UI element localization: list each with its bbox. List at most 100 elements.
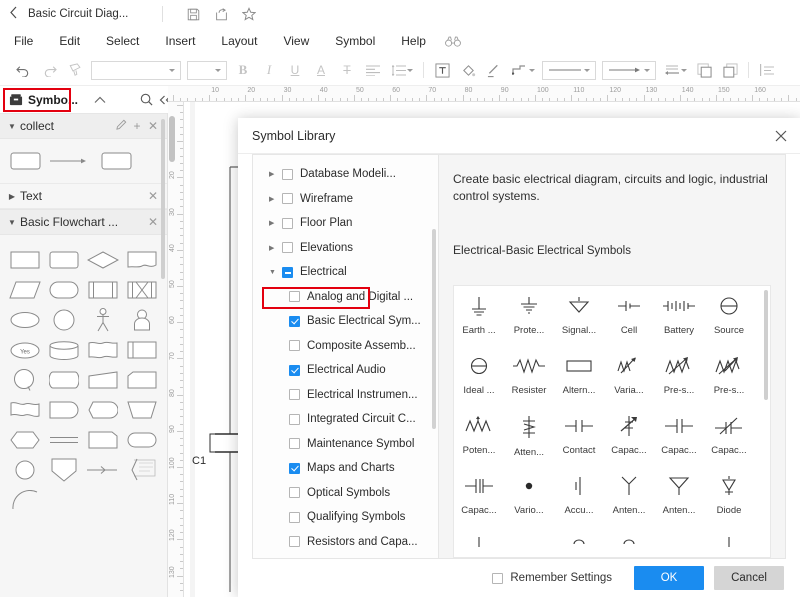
shape-rounded-process[interactable] (45, 245, 84, 275)
underline-button[interactable]: U (282, 58, 308, 82)
tree-item-basic-electrical-symbols[interactable]: Basic Electrical Sym... (253, 309, 438, 334)
symbol-capacitor-variable[interactable]: Capac... (604, 406, 654, 466)
shape-merge-lines[interactable] (45, 425, 84, 455)
tree-item-electrical-audio[interactable]: Electrical Audio (253, 358, 438, 383)
ok-button[interactable]: OK (634, 566, 704, 590)
shape-display[interactable] (84, 395, 123, 425)
symbol-earth-ground[interactable]: Earth ... (454, 286, 504, 346)
shape-manual-operation[interactable] (122, 395, 161, 425)
symbol-partial-5[interactable] (654, 526, 704, 557)
cancel-button[interactable]: Cancel (714, 566, 784, 590)
checkbox[interactable] (289, 413, 300, 425)
tree-item-optical-symbols[interactable]: Optical Symbols (253, 481, 438, 506)
close-icon[interactable] (762, 118, 800, 154)
arrow-direction-icon[interactable] (659, 58, 691, 82)
shape-circle[interactable] (45, 305, 84, 335)
symbol-battery[interactable]: Battery (654, 286, 704, 346)
redo-icon[interactable] (36, 58, 62, 82)
symbol-variometer[interactable]: Vario... (504, 466, 554, 526)
checkbox[interactable] (289, 291, 300, 303)
checkbox[interactable] (492, 572, 504, 584)
shape-delay[interactable] (45, 395, 84, 425)
shape-direct-data[interactable] (45, 365, 84, 395)
checkbox[interactable] (289, 438, 300, 450)
menu-item-edit[interactable]: Edit (46, 28, 93, 55)
menu-item-insert[interactable]: Insert (152, 28, 208, 55)
strikethrough-button[interactable]: T (334, 58, 360, 82)
symbol-library-icon[interactable] (6, 88, 25, 112)
library-tree[interactable]: ▶ Database Modeli... ▶ Wireframe ▶ Floor… (252, 154, 438, 559)
favorite-star-icon[interactable] (235, 3, 263, 25)
symbol-potentiometer[interactable]: Poten... (454, 406, 504, 466)
symbol-ideal-source[interactable]: Ideal ... (454, 346, 504, 406)
menu-item-select[interactable]: Select (93, 28, 152, 55)
undo-icon[interactable] (10, 58, 36, 82)
checkbox[interactable] (282, 217, 293, 229)
close-icon[interactable]: ✕ (145, 215, 161, 229)
font-color-button[interactable]: A (308, 58, 334, 82)
bring-to-front-icon[interactable] (691, 58, 717, 82)
shape-arrow-connector[interactable] (45, 146, 92, 176)
symbol-capacitor-polarized[interactable]: Capac... (454, 466, 504, 526)
shape-user[interactable] (122, 305, 161, 335)
tree-item-resistors-and-capacitors[interactable]: Resistors and Capa... (253, 530, 438, 555)
shape-small-circle[interactable] (6, 455, 45, 485)
chevron-right-icon[interactable]: ▶ (269, 244, 282, 252)
fill-color-icon[interactable] (455, 58, 481, 82)
shape-arc-curve[interactable] (6, 485, 45, 515)
shape-data[interactable] (6, 275, 45, 305)
symbol-partial-6[interactable] (704, 526, 754, 557)
symbol-preset-resistor[interactable]: Pre-s... (654, 346, 704, 406)
distribute-icon[interactable] (754, 58, 780, 82)
tree-item-maps-and-charts[interactable]: Maps and Charts (253, 456, 438, 481)
shape-process[interactable] (6, 245, 45, 275)
checkbox[interactable] (289, 364, 300, 376)
checkbox[interactable] (282, 168, 293, 180)
export-share-icon[interactable] (207, 3, 235, 25)
checkbox[interactable] (289, 511, 300, 523)
shape-group-text[interactable]: ▶ Text ✕ (0, 183, 167, 209)
symbol-partial-3[interactable] (554, 526, 604, 557)
checkbox[interactable] (289, 462, 300, 474)
symbol-alternative-resistor[interactable]: Altern... (554, 346, 604, 406)
symbol-grid-scrollbar[interactable] (764, 290, 768, 400)
line-spacing-icon[interactable] (386, 58, 418, 82)
tree-item-database-modeling[interactable]: ▶ Database Modeli... (253, 162, 438, 187)
line-style-select[interactable] (542, 60, 596, 80)
menu-item-file[interactable]: File (0, 28, 46, 55)
shape-rounded-rect[interactable] (6, 146, 45, 176)
tree-item-composite-assemblies[interactable]: Composite Assemb... (253, 334, 438, 359)
shape-internal-storage[interactable] (122, 275, 161, 305)
shape-document[interactable] (122, 245, 161, 275)
symbol-capacitor-trim[interactable]: Capac... (704, 406, 754, 466)
close-icon[interactable]: ✕ (145, 119, 161, 133)
symbol-partial-2[interactable] (504, 526, 554, 557)
edit-icon[interactable] (113, 119, 129, 133)
shape-parallel-card[interactable] (122, 365, 161, 395)
tree-item-floor-plan[interactable]: ▶ Floor Plan (253, 211, 438, 236)
checkbox[interactable] (289, 487, 300, 499)
symbol-contact[interactable]: Contact (554, 406, 604, 466)
shape-database[interactable] (45, 335, 84, 365)
vertical-scrollbar-thumb[interactable] (169, 116, 175, 162)
text-box-icon[interactable] (429, 58, 455, 82)
close-icon[interactable]: ✕ (145, 189, 161, 203)
shape-card[interactable] (84, 335, 123, 365)
symbol-partial-1[interactable] (454, 526, 504, 557)
checkbox[interactable] (282, 193, 293, 205)
symbol-grid[interactable]: Earth ... Prote... Signal... Cell Batter… (453, 285, 771, 558)
symbol-source[interactable]: Source (704, 286, 754, 346)
align-left-icon[interactable] (360, 58, 386, 82)
chevron-right-icon[interactable]: ▶ (269, 195, 282, 203)
chevron-right-icon[interactable]: ▶ (269, 170, 282, 178)
symbol-capacitor[interactable]: Capac... (654, 406, 704, 466)
shape-annotation[interactable] (122, 455, 161, 485)
shape-group-collect[interactable]: ▼ collect + ✕ (0, 113, 167, 139)
shape-stored-data[interactable] (84, 425, 123, 455)
connector-icon[interactable] (507, 58, 539, 82)
italic-button[interactable]: I (256, 58, 282, 82)
checkbox[interactable] (289, 315, 300, 327)
chevron-down-icon[interactable]: ▼ (269, 269, 282, 276)
panel-scrollbar[interactable] (161, 119, 165, 279)
symbol-resistor[interactable]: Resister (504, 346, 554, 406)
